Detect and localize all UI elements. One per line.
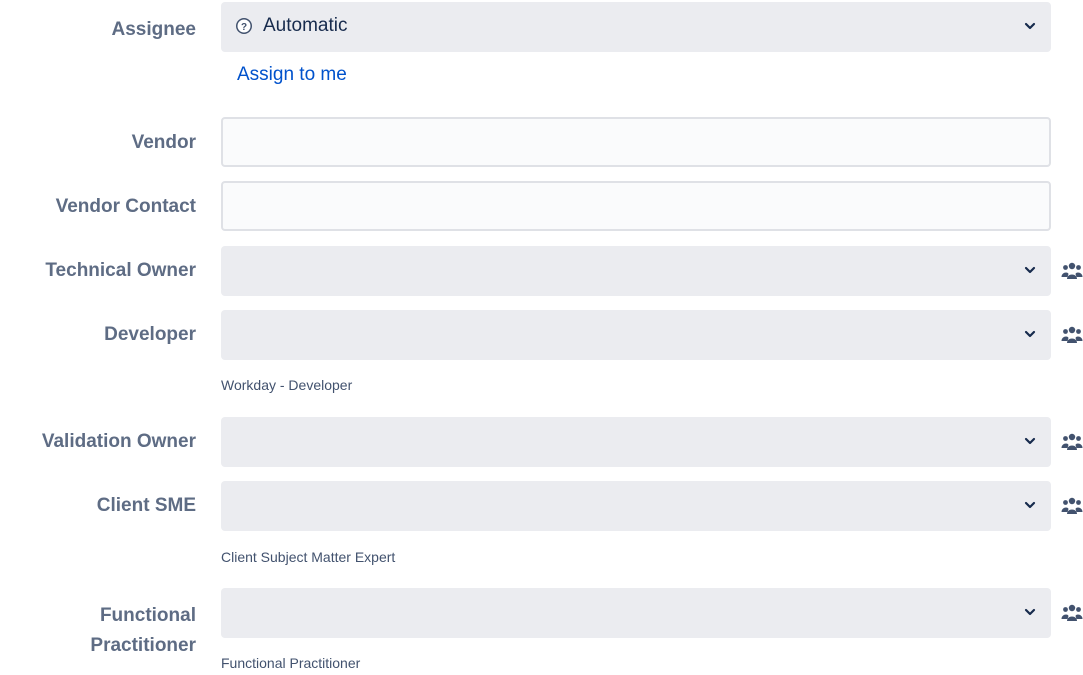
- client-sme-description: Client Subject Matter Expert: [221, 549, 396, 565]
- assignee-label: Assignee: [111, 19, 196, 40]
- chevron-down-icon: [1024, 437, 1036, 445]
- people-group-icon[interactable]: [1061, 432, 1083, 452]
- people-group-icon[interactable]: [1061, 325, 1083, 345]
- people-group-icon[interactable]: [1061, 496, 1083, 516]
- functional-practitioner-label-line1: Functional: [99, 605, 196, 626]
- vendor-contact-label: Vendor Contact: [55, 196, 196, 217]
- developer-select[interactable]: [221, 310, 1051, 360]
- help-icon: ?: [236, 18, 252, 34]
- vendor-contact-input[interactable]: [221, 181, 1051, 231]
- assignee-value: Automatic: [263, 15, 348, 36]
- client-sme-label: Client SME: [96, 495, 196, 516]
- vendor-label: Vendor: [131, 132, 196, 153]
- functional-practitioner-label-line2: Practitioner: [90, 635, 196, 656]
- chevron-down-icon: [1024, 608, 1036, 616]
- functional-practitioner-label: Functional Practitioner: [0, 601, 196, 661]
- developer-description: Workday - Developer: [221, 377, 353, 393]
- vendor-input[interactable]: [221, 117, 1051, 167]
- client-sme-select[interactable]: [221, 481, 1051, 531]
- chevron-down-icon: [1024, 266, 1036, 274]
- assign-to-me-link[interactable]: Assign to me: [237, 64, 347, 86]
- developer-label: Developer: [104, 324, 196, 345]
- technical-owner-label: Technical Owner: [45, 260, 196, 281]
- functional-practitioner-select[interactable]: [221, 588, 1051, 638]
- people-group-icon[interactable]: [1061, 603, 1083, 623]
- validation-owner-select[interactable]: [221, 417, 1051, 467]
- functional-practitioner-description: Functional Practitioner: [221, 655, 361, 671]
- assignee-select[interactable]: ? Automatic: [221, 2, 1051, 52]
- chevron-down-icon: [1024, 501, 1036, 509]
- svg-text:?: ?: [241, 22, 247, 33]
- chevron-down-icon: [1024, 330, 1036, 338]
- technical-owner-select[interactable]: [221, 246, 1051, 296]
- chevron-down-icon: [1024, 22, 1036, 30]
- people-group-icon[interactable]: [1061, 261, 1083, 281]
- validation-owner-label: Validation Owner: [41, 431, 196, 452]
